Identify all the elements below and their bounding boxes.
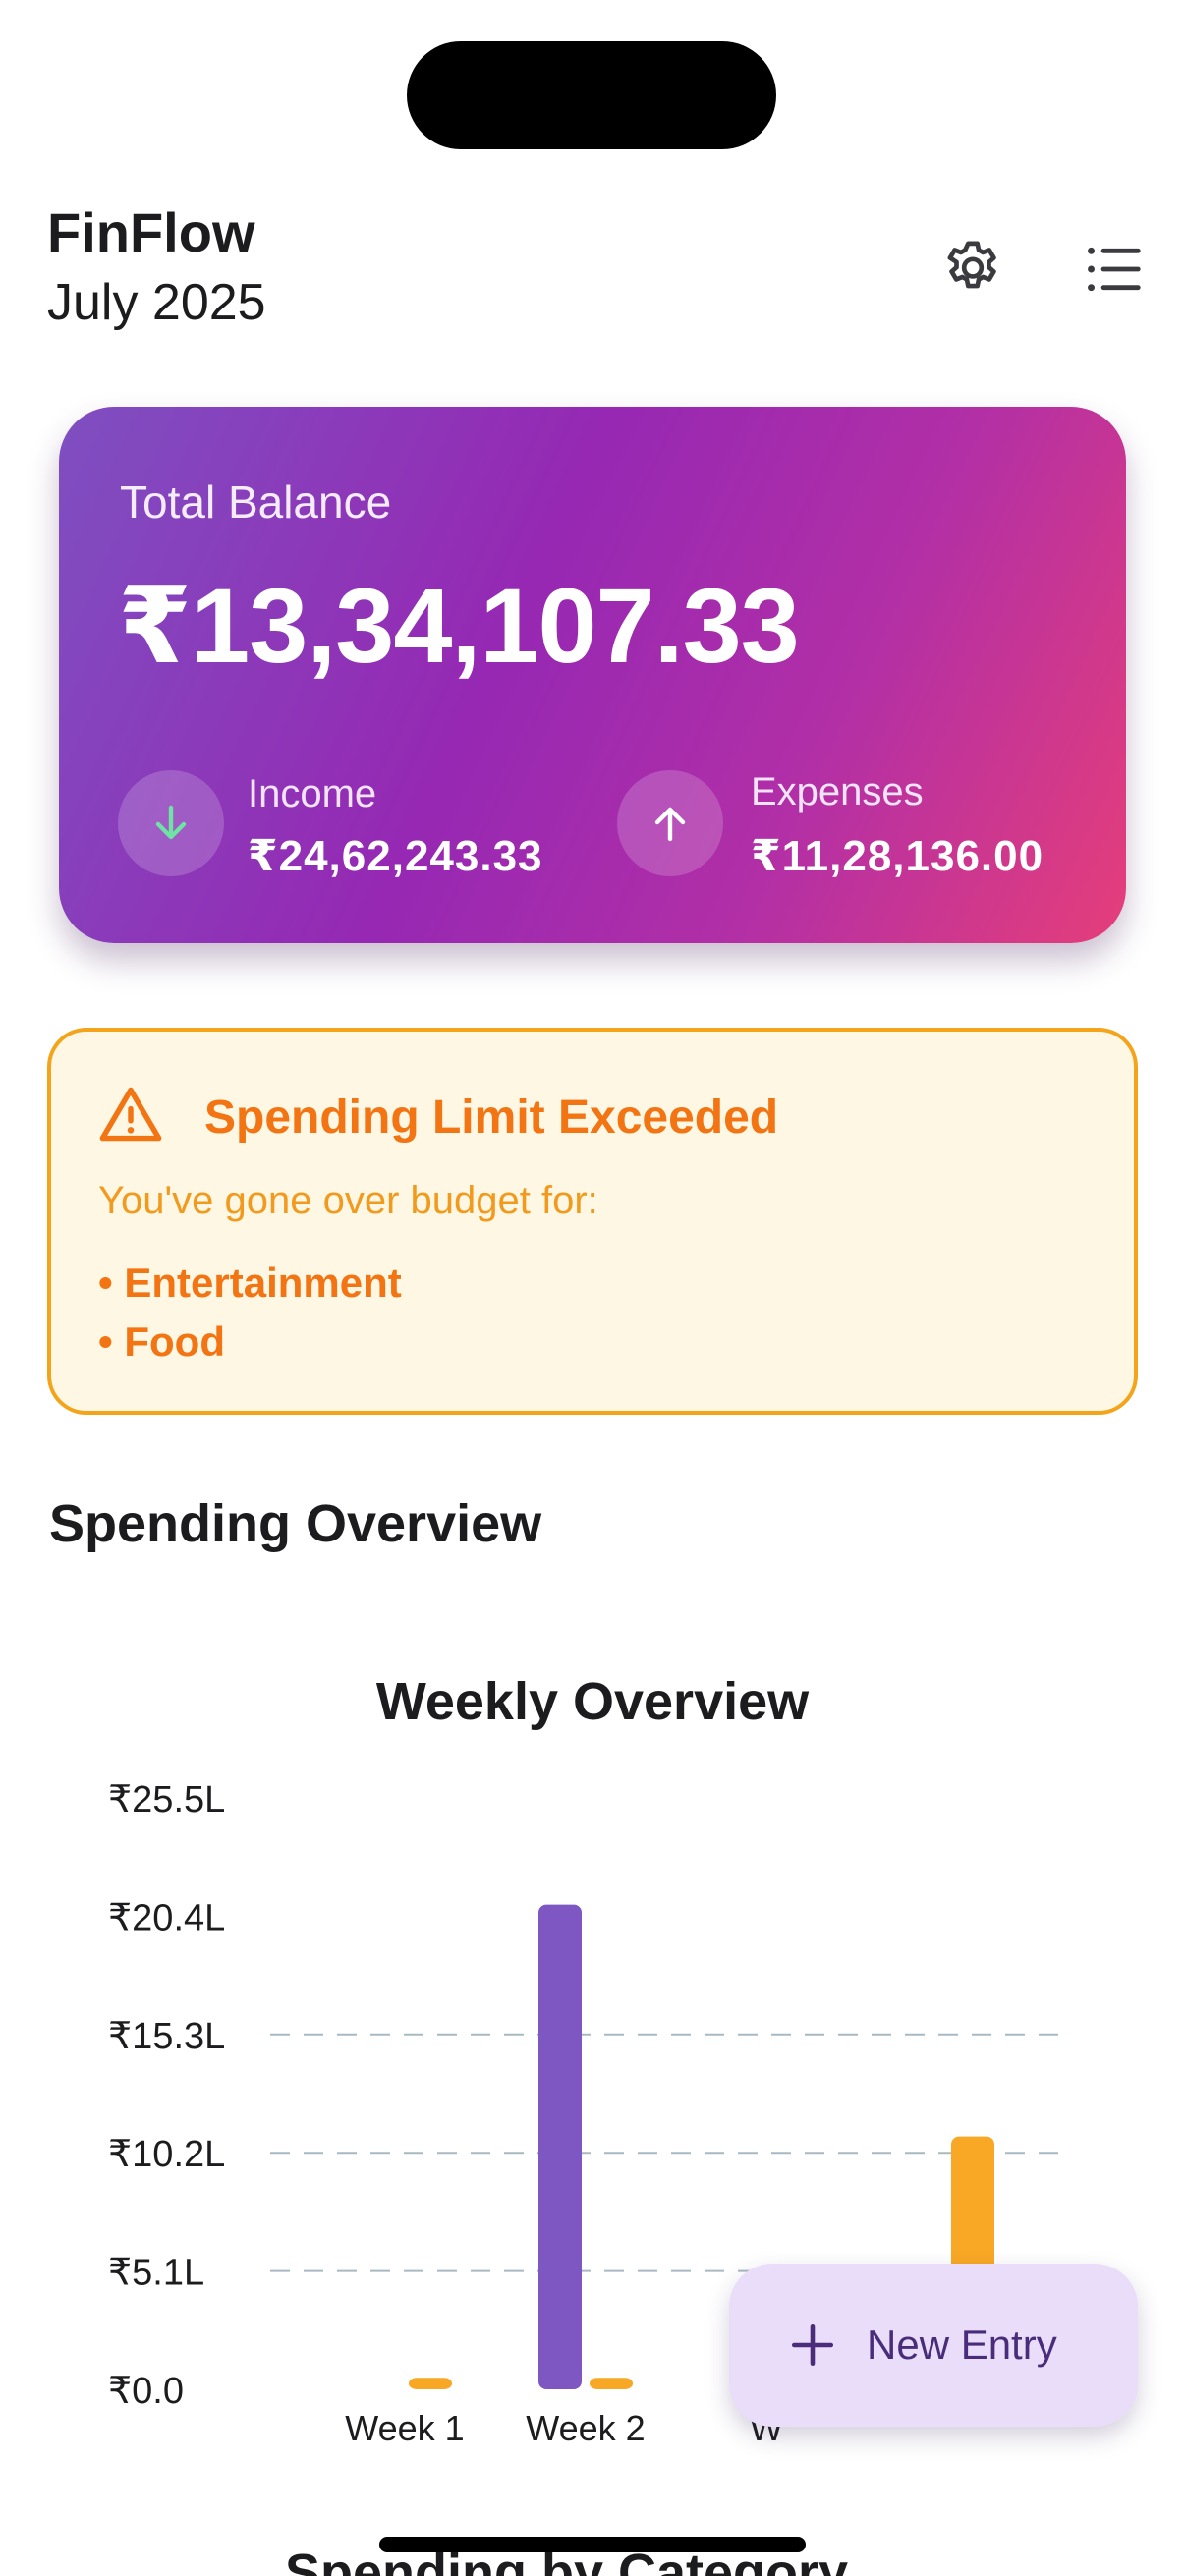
settings-button[interactable] [931, 228, 1014, 310]
budget-alert-card: Spending Limit Exceeded You've gone over… [47, 1028, 1138, 1415]
income-icon-circle [118, 770, 224, 876]
home-indicator [379, 2537, 806, 2552]
income-value: ₹24,62,243.33 [248, 832, 543, 880]
month-label: July 2025 [47, 274, 266, 331]
y-tick-label: ₹0.0 [108, 2371, 184, 2412]
y-tick-label: ₹20.4L [108, 1897, 225, 1938]
y-tick-label: ₹10.2L [108, 2134, 225, 2175]
alert-item: • Food [98, 1318, 225, 1365]
spending-overview-title: Spending Overview [49, 1494, 542, 1553]
list-icon [1088, 247, 1141, 292]
chart-bar [538, 1904, 582, 2389]
alert-title: Spending Limit Exceeded [204, 1092, 779, 1144]
warning-triangle-icon [99, 1087, 162, 1142]
expenses-value: ₹11,28,136.00 [751, 832, 1044, 880]
alert-item: • Entertainment [98, 1260, 402, 1306]
chart-bar [590, 2378, 633, 2389]
list-view-button[interactable] [1073, 228, 1156, 310]
new-entry-button[interactable]: New Entry [729, 2264, 1138, 2427]
new-entry-label: New Entry [867, 2322, 1057, 2368]
y-tick-label: ₹25.5L [108, 1779, 225, 1820]
y-tick-label: ₹15.3L [108, 2016, 225, 2057]
gear-icon [947, 241, 996, 289]
arrow-down-icon [155, 805, 187, 840]
arrow-up-icon [654, 807, 686, 842]
x-tick-label: Week 2 [526, 2408, 645, 2448]
plus-icon [791, 2324, 834, 2367]
balance-label: Total Balance [120, 476, 392, 528]
y-tick-label: ₹5.1L [108, 2253, 204, 2294]
app-title: FinFlow [47, 201, 255, 263]
balance-card: Total Balance ₹13,34,107.33 Income ₹24,6… [59, 407, 1126, 943]
alert-message: You've gone over budget for: [98, 1179, 598, 1222]
chart-title: Weekly Overview [376, 1672, 810, 1731]
chart-bar [409, 2378, 452, 2389]
x-tick-label: Week 1 [345, 2408, 464, 2448]
expenses-label: Expenses [751, 770, 924, 813]
balance-value: ₹13,34,107.33 [118, 566, 800, 685]
income-label: Income [248, 772, 377, 815]
expenses-icon-circle [617, 770, 723, 876]
dynamic-island [407, 41, 776, 149]
